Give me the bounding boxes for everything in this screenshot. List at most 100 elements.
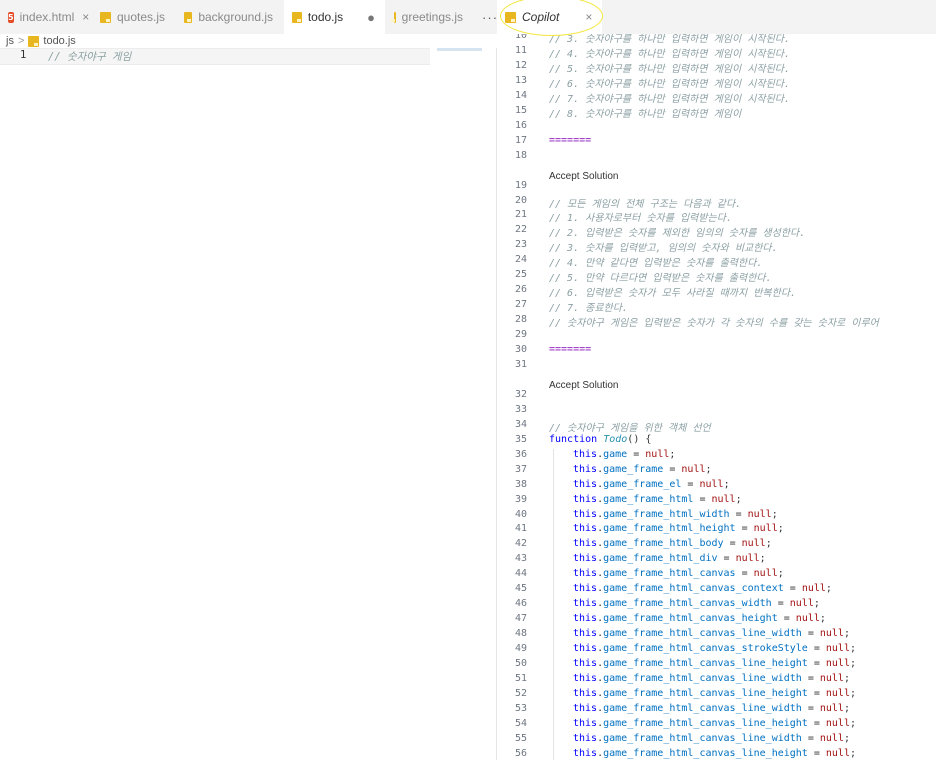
keyword: this — [573, 583, 598, 595]
property-assignment: this.game_frame_html_canvas_line_height … — [573, 748, 856, 759]
code-comment: // 4. 만약 같다면 입력받은 숫자를 출력한다. — [549, 258, 763, 270]
tab-index-html[interactable]: 5 index.html × — [0, 0, 92, 34]
js-file-icon — [292, 11, 302, 23]
keyword: null — [825, 717, 850, 729]
line-number: 35 — [514, 433, 527, 445]
property-name: game_frame_html_canvas_line_width — [603, 702, 802, 714]
property-name: game_frame_html_canvas_width — [603, 598, 772, 610]
code-line: 19 — [497, 180, 936, 195]
property-name: game_frame_html_canvas_height — [603, 613, 778, 625]
code-line: 42 this.game_frame_html_body = null; — [497, 538, 936, 553]
breadcrumb-folder[interactable]: js — [6, 35, 14, 47]
code-line: 23 // 3. 숫자를 입력받고, 임의의 숫자와 비교한다. — [497, 239, 936, 254]
line-number: 27 — [514, 299, 527, 311]
code-line: 46 this.game_frame_html_canvas_width = nu… — [497, 598, 936, 613]
property-name: game_frame — [603, 463, 664, 475]
property-name: game_frame_el — [603, 478, 682, 490]
property-assignment: this.game_frame_html_canvas_line_height … — [573, 688, 856, 699]
code-comment: // 모든 게임의 전체 구조는 다음과 같다. — [549, 198, 742, 210]
line-number: 11 — [514, 44, 527, 56]
code-comment: // 2. 입력받은 숫자를 제외한 임의의 숫자를 생성한다. — [549, 228, 806, 240]
keyword: null — [681, 463, 706, 475]
code-comment: // 7. 숫자야구를 하나만 입력하면 게임이 시작된다. — [549, 93, 791, 105]
line-number: 42 — [514, 538, 527, 550]
property-name: game_frame_html_canvas_line_width — [603, 672, 802, 684]
breadcrumb-file[interactable]: todo.js — [43, 35, 75, 47]
keyword: this — [573, 672, 598, 684]
keyword: null — [741, 538, 766, 550]
line-number: 26 — [514, 284, 527, 296]
tab-todo-js[interactable]: todo.js ● — [284, 0, 387, 34]
minimap-slider[interactable] — [437, 48, 482, 51]
keyword: this — [573, 478, 598, 490]
keyword: function — [549, 433, 598, 445]
line-number: 52 — [514, 687, 527, 699]
unsaved-dot-icon[interactable]: ● — [367, 10, 375, 25]
line-number: 1 — [20, 49, 27, 61]
code-line: 35 function Todo() { — [497, 434, 936, 449]
punctuation: = — [783, 583, 802, 595]
code-line: 13 // 6. 숫자야구를 하나만 입력하면 게임이 시작된다. — [497, 75, 936, 90]
code-comment: // 6. 입력받은 숫자가 모두 사라질 때까지 반복한다. — [549, 288, 797, 300]
code-line: 43 this.game_frame_html_div = null; — [497, 553, 936, 568]
line-number: 54 — [514, 717, 527, 729]
tab-copilot[interactable]: Copilot × — [497, 0, 604, 34]
line-number: 38 — [514, 478, 527, 490]
code-line: 27 // 7. 종료한다. — [497, 299, 936, 314]
property-name: game_frame_html_body — [603, 538, 724, 550]
punctuation: ; — [843, 628, 850, 640]
js-file-icon — [184, 11, 193, 23]
close-icon[interactable]: × — [82, 10, 89, 24]
line-number: 48 — [514, 628, 527, 640]
punctuation: ; — [843, 702, 850, 714]
punctuation: ; — [669, 448, 676, 460]
keyword: this — [573, 463, 598, 475]
line-number: 47 — [514, 613, 527, 625]
line-number: 16 — [514, 119, 527, 131]
code-comment: // 1. 사용자로부터 숫자를 입력받는다. — [549, 213, 732, 225]
keyword: null — [789, 598, 814, 610]
code-line: 41 this.game_frame_html_height = null; — [497, 523, 936, 538]
punctuation: = — [777, 613, 796, 625]
keyword: this — [573, 508, 598, 520]
property-name: game_frame_html_canvas_line_height — [603, 747, 808, 759]
code-comment: // 4. 숫자야구를 하나만 입력하면 게임이 시작된다. — [549, 48, 791, 60]
property-assignment: this.game_frame_html_height = null; — [573, 523, 784, 534]
tab-quotes-js[interactable]: quotes.js — [92, 0, 177, 34]
keyword: this — [573, 523, 598, 535]
punctuation: = — [801, 672, 820, 684]
code-line: 22 // 2. 입력받은 숫자를 제외한 임의의 숫자를 생성한다. — [497, 224, 936, 239]
punctuation: ; — [843, 672, 850, 684]
tab-background-js[interactable]: background.js — [176, 0, 285, 34]
keyword: this — [573, 628, 598, 640]
code-editor[interactable]: 1 // 숫자야구 게임 — [0, 48, 497, 760]
punctuation: ; — [777, 523, 784, 535]
punctuation: ; — [723, 478, 730, 490]
code-comment: // 6. 숫자야구를 하나만 입력하면 게임이 시작된다. — [549, 78, 791, 90]
code-line: 21 // 1. 사용자로부터 숫자를 입력받는다. — [497, 209, 936, 224]
punctuation: ; — [849, 643, 857, 655]
more-tabs-button[interactable]: ··· — [474, 0, 497, 34]
tab-greetings-js[interactable]: greetings.js — [386, 0, 475, 34]
punctuation: = — [801, 628, 820, 640]
keyword: null — [825, 687, 850, 699]
punctuation: = — [807, 717, 826, 729]
property-assignment: this.game_frame_html = null; — [573, 494, 742, 505]
code-comment: // 5. 만약 다르다면 입력받은 숫자를 출력한다. — [549, 273, 772, 285]
code-line: 11 // 4. 숫자야구를 하나만 입력하면 게임이 시작된다. — [497, 45, 936, 60]
punctuation: ; — [735, 493, 742, 505]
code-line: 36 this.game = null; — [497, 449, 936, 464]
keyword: this — [573, 493, 598, 505]
close-icon[interactable]: × — [585, 10, 592, 24]
property-assignment: this.game_frame_html_canvas_context = nu… — [573, 583, 832, 594]
keyword: null — [711, 493, 736, 505]
property-name: game_frame_html_canvas_context — [603, 583, 784, 595]
keyword: null — [753, 523, 778, 535]
property-name: game_frame_html_canvas_line_height — [603, 658, 808, 669]
property-assignment: this.game_frame_html_canvas_line_width =… — [573, 703, 850, 714]
keyword: this — [573, 702, 598, 714]
punctuation: ; — [765, 538, 772, 550]
tab-label: greetings.js — [401, 10, 464, 24]
code-line: 26 // 6. 입력받은 숫자가 모두 사라질 때까지 반복한다. — [497, 284, 936, 299]
code-line[interactable]: // 숫자야구 게임 — [48, 49, 131, 64]
